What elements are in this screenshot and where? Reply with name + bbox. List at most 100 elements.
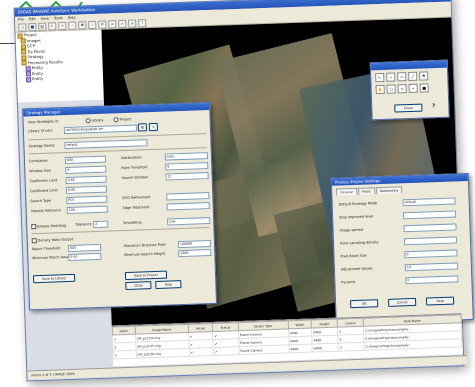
save-icon[interactable]: ■ bbox=[28, 22, 37, 31]
adjustment-field[interactable]: 10 bbox=[404, 262, 459, 272]
coefficient-field[interactable]: 0.80 bbox=[65, 175, 107, 185]
field-label: Search Type bbox=[30, 198, 51, 204]
cancel-button[interactable]: Cancel bbox=[387, 297, 417, 307]
field-label: Image spread bbox=[339, 227, 363, 233]
product-screenshot: ERDAS IMAGINE AutoSync Workstation File … bbox=[0, 0, 475, 387]
add-icon[interactable]: + bbox=[148, 122, 158, 132]
field-label: GCG Refinement bbox=[122, 195, 151, 201]
menu-file[interactable]: File bbox=[18, 16, 24, 22]
ok-button[interactable]: OK bbox=[350, 299, 379, 309]
dialog-title: Strategy Manager bbox=[23, 102, 210, 117]
reject-field[interactable]: 800 bbox=[67, 243, 102, 253]
application-window: ERDAS IMAGINE AutoSync Workstation File … bbox=[13, 0, 474, 382]
file-icon bbox=[25, 65, 31, 71]
palette-close-button[interactable]: Close bbox=[394, 103, 423, 113]
sampling-density-field[interactable] bbox=[403, 236, 458, 246]
strategy-mode-select[interactable]: default bbox=[402, 197, 456, 207]
max-distance-field[interactable]: 100000 bbox=[177, 240, 212, 249]
palette-title bbox=[370, 60, 447, 71]
save-to-project-button[interactable]: Save to Project bbox=[124, 270, 168, 281]
folder-icon bbox=[21, 54, 27, 61]
radio-icon bbox=[85, 118, 91, 124]
field-label: Coefficient Limit bbox=[29, 188, 58, 194]
edge-treatment-field[interactable] bbox=[166, 202, 210, 211]
browse-folder-icon[interactable]: ▤ bbox=[137, 123, 147, 132]
save-icon[interactable]: ■ bbox=[419, 83, 429, 93]
tab-radiometry[interactable]: Radiometry bbox=[375, 186, 403, 195]
initialization-select[interactable]: auto bbox=[164, 152, 209, 161]
save-to-library-button[interactable]: Save to Library bbox=[32, 273, 76, 284]
file-icon bbox=[26, 76, 32, 82]
search-type-select[interactable]: POI bbox=[66, 195, 108, 205]
zoom-in-icon[interactable]: + bbox=[58, 21, 67, 30]
checkbox-icon bbox=[31, 238, 37, 244]
smoothing-label: Smoothing bbox=[123, 220, 142, 226]
point-icon[interactable]: • bbox=[408, 83, 418, 94]
correlation-field[interactable]: 800 bbox=[64, 155, 107, 165]
tab-general[interactable]: General bbox=[336, 187, 357, 196]
layers-icon[interactable]: ≡ bbox=[128, 18, 137, 28]
rectangle-icon[interactable]: ▭ bbox=[397, 72, 407, 82]
zoom-out-icon[interactable]: − bbox=[68, 21, 77, 30]
polygon-icon[interactable]: ⬠ bbox=[386, 84, 396, 94]
help-button[interactable]: Help bbox=[155, 280, 182, 289]
field-label: Pyramid bbox=[341, 280, 356, 285]
point-threshold-field[interactable]: 9 bbox=[165, 162, 209, 171]
grid-icon[interactable]: # bbox=[98, 20, 107, 29]
palette-help-icon[interactable]: ? bbox=[432, 103, 435, 109]
zoom-icon[interactable]: ⌕ bbox=[386, 72, 396, 82]
interest-tolerance-field[interactable]: 100 bbox=[66, 205, 108, 215]
window-size-field[interactable]: 9 bbox=[65, 165, 107, 175]
radio-project[interactable]: Project bbox=[113, 117, 131, 123]
library-label: Library (if set): bbox=[27, 128, 54, 134]
min-area-label: Minimum Match Area bbox=[32, 254, 69, 261]
menu-edit[interactable]: Edit bbox=[29, 16, 36, 22]
menu-view[interactable]: View bbox=[41, 16, 50, 22]
pan-icon[interactable]: ✥ bbox=[78, 20, 87, 30]
print-icon[interactable]: ▤ bbox=[38, 22, 47, 31]
palette-tools: ↖ ⌕ ▭ ╱ ⚑ ✋ ⬠ ∿ • ■ bbox=[375, 71, 429, 95]
stop-level-field[interactable] bbox=[402, 210, 457, 220]
gcg-refinement-field[interactable] bbox=[166, 192, 210, 201]
help-icon[interactable]: ? bbox=[138, 18, 147, 27]
info-icon[interactable]: i bbox=[88, 20, 97, 29]
block-size-field[interactable]: 0 bbox=[404, 249, 458, 259]
smoothing-select[interactable]: Low bbox=[167, 217, 211, 226]
search-height-field[interactable]: 1000 bbox=[178, 249, 212, 258]
flag-icon[interactable]: ⚑ bbox=[419, 71, 429, 81]
strategy-name-select[interactable]: default bbox=[64, 139, 148, 150]
select-icon[interactable]: ↖ bbox=[375, 72, 385, 83]
hand-icon[interactable]: ✋ bbox=[375, 84, 385, 95]
field-label: Adjustment Values bbox=[340, 266, 373, 272]
field-label: Default Strategy Mode bbox=[338, 201, 378, 207]
line-icon[interactable]: ╱ bbox=[408, 71, 418, 82]
browse-matching-checkbox[interactable]: Browse Matching bbox=[31, 223, 66, 230]
image-spread-field[interactable] bbox=[403, 223, 457, 233]
library-field[interactable]: ob702strategy@lab.ser bbox=[63, 124, 138, 135]
min-area-field[interactable]: 0.50 bbox=[68, 252, 102, 261]
tools-palette: ↖ ⌕ ▭ ╱ ⚑ ✋ ⬠ ∿ • ■ Close ? bbox=[369, 59, 450, 121]
field-label: Point Threshold bbox=[121, 165, 148, 171]
search-window-field[interactable]: 11 bbox=[165, 172, 209, 181]
help-button[interactable]: Help bbox=[425, 296, 455, 306]
open-icon[interactable]: ▭ bbox=[18, 22, 27, 32]
curve-icon[interactable]: ∿ bbox=[397, 84, 407, 94]
close-icon[interactable]: × bbox=[118, 19, 127, 28]
strategy-manager-dialog: Strategy Manager View Strategies in: Lib… bbox=[22, 101, 218, 311]
menu-tools[interactable]: Tools bbox=[54, 15, 63, 21]
density-checkbox[interactable]: Density Ratio Output bbox=[31, 237, 74, 244]
field-label: Point sampling density bbox=[339, 240, 379, 246]
close-button[interactable]: Close bbox=[125, 281, 152, 291]
field-label: Pixel Block Size bbox=[340, 253, 367, 259]
radio-library[interactable]: Library bbox=[85, 118, 104, 124]
strategy-name-label: Strategy Name: bbox=[28, 143, 56, 149]
arrow-icon[interactable]: ↖ bbox=[48, 21, 57, 31]
menu-help[interactable]: Help bbox=[67, 15, 76, 21]
pyramid-field[interactable]: 0 bbox=[405, 275, 459, 285]
field-label: Coefficient Limit bbox=[29, 178, 58, 184]
coefficient-field[interactable]: 0.80 bbox=[65, 185, 108, 195]
link-icon[interactable]: ∞ bbox=[108, 19, 117, 28]
tab-pixels[interactable]: Pixels bbox=[357, 187, 375, 195]
folder-icon bbox=[20, 43, 27, 50]
tolerance-field[interactable]: 2 bbox=[93, 220, 109, 229]
